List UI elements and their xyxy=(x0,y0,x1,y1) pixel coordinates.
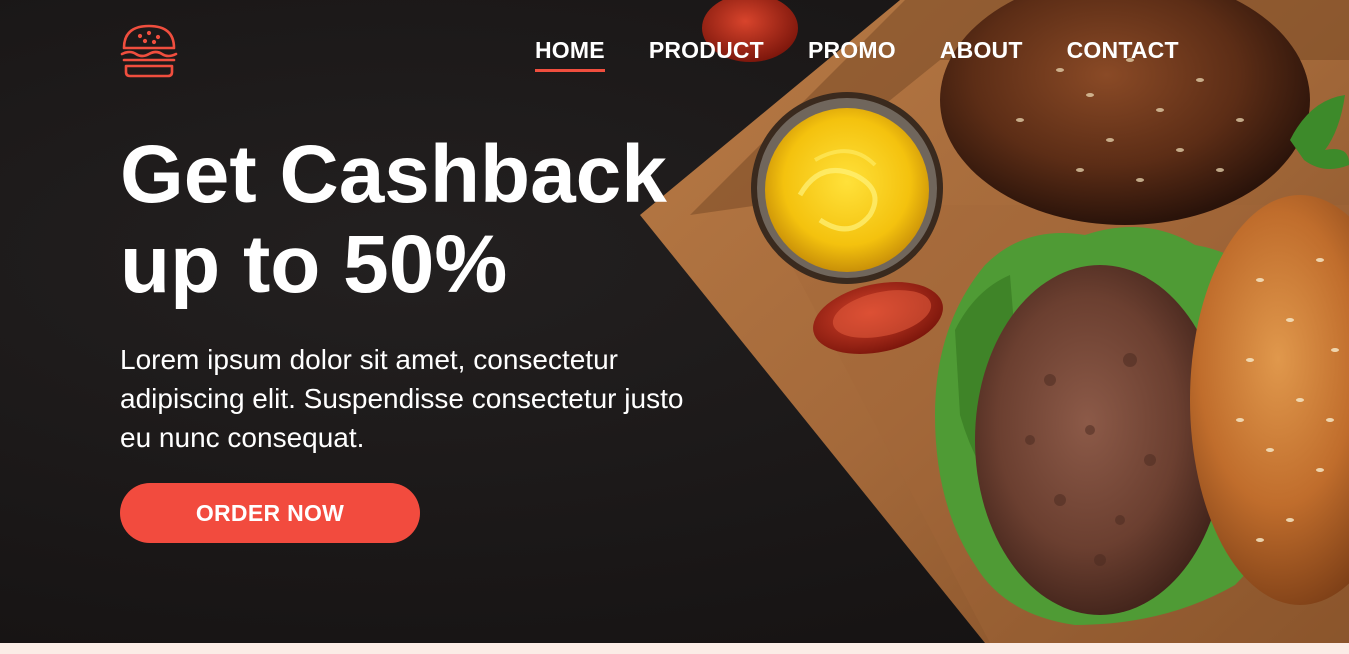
next-section-edge xyxy=(0,643,1349,654)
nav-about[interactable]: ABOUT xyxy=(940,37,1023,72)
order-now-button[interactable]: ORDER NOW xyxy=(120,483,420,543)
hero-headline: Get Cashback up to 50% xyxy=(120,130,760,310)
headline-line-2: up to 50% xyxy=(120,219,508,310)
hero-description: Lorem ipsum dolor sit amet, consectetur … xyxy=(120,344,684,453)
nav-product[interactable]: PRODUCT xyxy=(649,37,764,72)
hero-section: HOME PRODUCT PROMO ABOUT CONTACT Get Cas… xyxy=(0,0,1349,643)
nav-home[interactable]: HOME xyxy=(535,37,605,72)
nav-contact[interactable]: CONTACT xyxy=(1067,37,1179,72)
headline-line-1: Get Cashback xyxy=(120,129,667,220)
nav-promo[interactable]: PROMO xyxy=(808,37,896,72)
burger-food-image xyxy=(640,0,1349,643)
burger-icon[interactable] xyxy=(118,20,180,82)
main-nav: HOME PRODUCT PROMO ABOUT CONTACT xyxy=(535,37,1179,72)
